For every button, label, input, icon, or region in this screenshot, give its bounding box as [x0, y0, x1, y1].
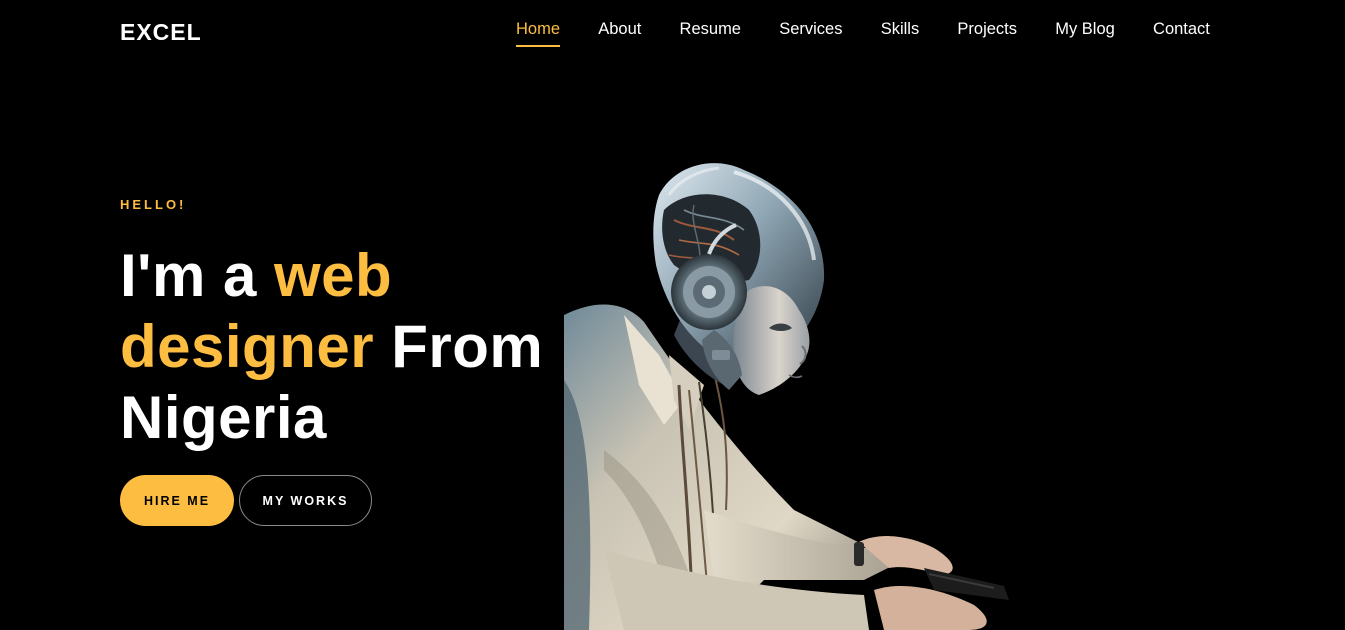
nav-projects[interactable]: Projects [938, 19, 1036, 39]
headline-part-1: I'm a [120, 242, 274, 309]
nav-about[interactable]: About [579, 19, 660, 39]
my-works-button[interactable]: MY WORKS [239, 475, 372, 526]
hero-eyebrow: HELLO! [120, 197, 187, 212]
nav-skills[interactable]: Skills [862, 19, 939, 39]
brand-logo[interactable]: EXCEL [120, 19, 202, 46]
hero-headline: I'm a web designer From Nigeria [120, 240, 600, 453]
hire-me-button[interactable]: HIRE ME [120, 475, 234, 526]
nav-active-underline [516, 45, 561, 47]
robot-typing-illustration [564, 163, 1009, 630]
nav-services[interactable]: Services [760, 19, 861, 39]
nav-home[interactable]: Home [497, 19, 579, 47]
nav-my-blog[interactable]: My Blog [1036, 19, 1134, 39]
nav-resume[interactable]: Resume [661, 19, 760, 39]
nav-contact[interactable]: Contact [1134, 19, 1229, 39]
landing-page: EXCEL Home About Resume Services Skills … [0, 0, 1345, 630]
main-nav: Home About Resume Services Skills Projec… [497, 19, 1229, 51]
nav-home-label: Home [516, 20, 561, 38]
